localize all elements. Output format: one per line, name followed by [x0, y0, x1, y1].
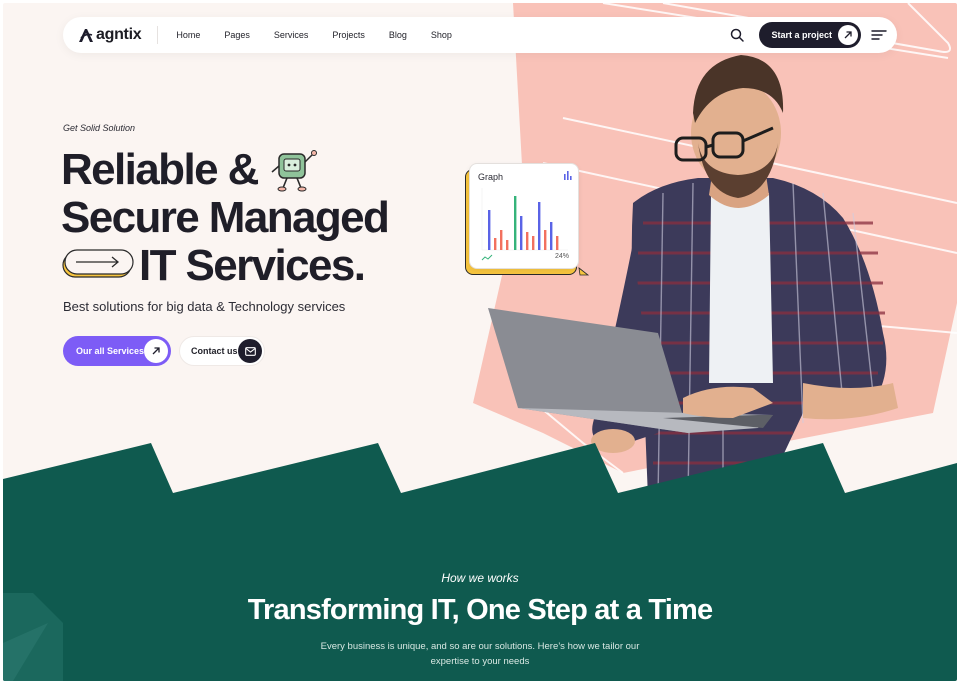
arrow-up-right-icon: [144, 339, 168, 363]
how-title: Transforming IT, One Step at a Time: [247, 594, 713, 626]
hero-subtitle: Best solutions for big data & Technology…: [63, 299, 346, 314]
nav-item-blog[interactable]: Blog: [389, 30, 407, 40]
bar-chart-icon: [564, 171, 572, 180]
how-description: Every business is unique, and so are our…: [320, 641, 640, 667]
brand-name: agntix: [96, 26, 142, 43]
graph-percent: 24%: [554, 253, 569, 260]
nav-item-pages[interactable]: Pages: [224, 30, 250, 40]
nav-divider: [157, 26, 159, 44]
nav-item-projects[interactable]: Projects: [332, 30, 365, 40]
arrow-right-icon: [62, 249, 134, 278]
graph-pointer: [578, 267, 590, 276]
page: agntix Home Pages Services Projects Blog…: [3, 3, 957, 681]
arrow-up-right-icon: [838, 25, 858, 45]
hamburger-icon[interactable]: [871, 29, 887, 41]
our-services-button[interactable]: Our all Services: [63, 336, 171, 366]
graph-card-panel: Graph 24%: [469, 163, 579, 269]
start-project-label: Start a project: [771, 30, 832, 40]
trend-icon: [481, 254, 493, 261]
our-services-label: Our all Services: [76, 346, 145, 356]
hero-title-line-2: Secure Managed: [61, 193, 390, 242]
nav-item-home[interactable]: Home: [176, 30, 200, 40]
logo-mark-icon: [79, 29, 93, 42]
contact-us-label: Contact us: [191, 346, 238, 356]
how-eyebrow: How we works: [441, 571, 519, 585]
search-icon[interactable]: [729, 27, 745, 43]
hero-title-line-1: Reliable &: [61, 145, 259, 194]
nav-item-services[interactable]: Services: [274, 30, 309, 40]
robot-mascot-icon: [271, 150, 317, 192]
contact-us-button[interactable]: Contact us: [179, 336, 265, 366]
main-menu: Home Pages Services Projects Blog Shop: [164, 30, 464, 40]
hero-title-line-3: IT Services.: [139, 241, 366, 290]
nav-item-shop[interactable]: Shop: [431, 30, 452, 40]
hero-eyebrow: Get Solid Solution: [63, 123, 136, 133]
brand-logo[interactable]: agntix: [77, 26, 142, 44]
graph-card: Graph 24%: [465, 163, 590, 279]
mail-icon: [238, 339, 262, 363]
